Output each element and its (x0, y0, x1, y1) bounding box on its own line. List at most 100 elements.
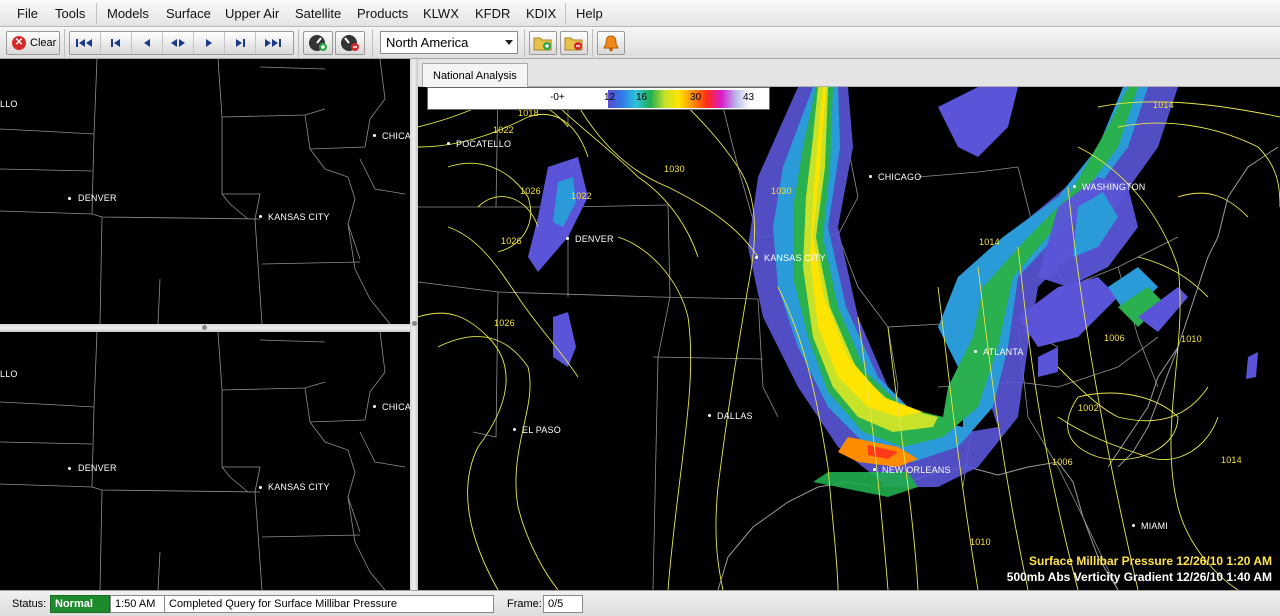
left-bottom-map-panel[interactable]: LLO DENVER KANSAS CITY CHICA (0, 332, 410, 590)
toolbar-separator (64, 29, 65, 57)
colorbar-label: 30 (690, 92, 702, 103)
colorbar-label: 43 (743, 92, 755, 103)
toolbar-separator (524, 29, 525, 57)
region-select-value: North America (386, 35, 469, 50)
menu-kdix[interactable]: KDIX (526, 6, 556, 21)
city-label: CHICA (382, 402, 410, 412)
city-marker (1132, 524, 1135, 527)
play-forward-icon (206, 39, 212, 47)
main-map-panel[interactable]: 1018 1022 1026 1022 1026 1030 1030 1026 … (418, 87, 1280, 590)
contour-label: 1006 (1052, 457, 1073, 467)
city-marker (373, 134, 376, 137)
main-tab-strip: National Analysis (418, 59, 1280, 87)
weather-map (418, 87, 1280, 590)
vorticity-field (528, 87, 1258, 497)
horizontal-splitter[interactable] (0, 324, 410, 332)
play-backward-button[interactable] (132, 32, 163, 54)
city-label: DENVER (78, 463, 117, 473)
legend-surface-pressure: Surface Millibar Pressure 12/26/10 1:20 … (1028, 554, 1272, 568)
menu-klwx[interactable]: KLWX (423, 6, 459, 21)
step-back-button[interactable] (101, 32, 132, 54)
city-label: CHICAGO (878, 172, 922, 182)
city-label: ATLANTA (983, 347, 1024, 357)
colorbar-label: 16 (636, 92, 648, 103)
city-marker (873, 468, 876, 471)
menu-satellite[interactable]: Satellite (295, 6, 341, 21)
tab-label: National Analysis (433, 70, 517, 82)
region-select[interactable]: North America (380, 31, 518, 54)
state-borders (0, 59, 406, 324)
play-backward-icon (144, 39, 150, 47)
step-forward-button[interactable] (225, 32, 256, 54)
first-frame-icon (76, 39, 92, 47)
city-marker (708, 414, 711, 417)
contour-label: 1026 (494, 318, 515, 328)
left-top-map-panel[interactable]: LLO DENVER KANSAS CITY CHICA (0, 59, 410, 324)
menu-models[interactable]: Models (107, 6, 149, 21)
toolbar: ✕ Clear (0, 27, 1280, 59)
first-frame-button[interactable] (70, 32, 101, 54)
contour-label: 1014 (1221, 455, 1242, 465)
colorbar-label: -0+ (550, 92, 565, 103)
contour-label: 1030 (771, 186, 792, 196)
menu-bar: File Tools Models Surface Upper Air Sate… (0, 0, 1280, 27)
last-frame-button[interactable] (256, 32, 287, 54)
contour-label: 1030 (664, 164, 685, 174)
menu-kfdr[interactable]: KFDR (475, 6, 510, 21)
menu-tools[interactable]: Tools (55, 6, 85, 21)
tab-national-analysis[interactable]: National Analysis (422, 63, 528, 87)
speed-up-button[interactable] (303, 31, 333, 55)
city-label: DENVER (575, 234, 614, 244)
menu-surface[interactable]: Surface (166, 6, 211, 21)
city-marker (447, 142, 450, 145)
colorbar-label: 12 (604, 92, 616, 103)
state-borders (0, 332, 406, 590)
contour-label: 1026 (520, 186, 541, 196)
clear-button[interactable]: ✕ Clear (6, 31, 60, 55)
clear-button-label: Clear (30, 37, 57, 49)
city-marker (373, 405, 376, 408)
frame-label: Frame: (507, 598, 542, 610)
menu-upper-air[interactable]: Upper Air (225, 6, 279, 21)
chevron-down-icon (505, 40, 513, 45)
speed-down-button[interactable] (335, 31, 365, 55)
step-forward-icon (236, 39, 245, 47)
city-marker (974, 350, 977, 353)
alert-bell-icon (603, 35, 619, 52)
city-label: CHICA (382, 131, 410, 141)
status-label: Status: (12, 598, 47, 610)
speed-up-icon (309, 35, 327, 51)
contour-label: 1014 (1153, 100, 1174, 110)
status-time: 1:50 AM (110, 595, 165, 613)
status-message: Completed Query for Surface Millibar Pre… (164, 595, 494, 613)
contour-label: 1022 (493, 125, 514, 135)
rock-icon (171, 39, 185, 47)
menu-file[interactable]: File (17, 6, 38, 21)
toolbar-separator (592, 29, 593, 57)
city-label: EL PASO (522, 425, 561, 435)
menu-help[interactable]: Help (576, 6, 603, 21)
contour-label: 1014 (979, 237, 1000, 247)
city-marker (259, 486, 262, 489)
city-marker (513, 428, 516, 431)
rock-button[interactable] (163, 32, 194, 54)
remove-panel-button[interactable] (560, 31, 588, 55)
city-marker (755, 256, 758, 259)
animation-controls (69, 31, 294, 55)
contour-label: 1022 (571, 191, 592, 201)
contour-label: 1010 (970, 537, 991, 547)
alert-button[interactable] (597, 31, 625, 55)
status-bar: Status: Normal 1:50 AM Completed Query f… (0, 590, 1280, 616)
city-marker (869, 175, 872, 178)
city-label: POCATELLO (456, 139, 512, 149)
city-label: LLO (0, 369, 18, 379)
city-marker (566, 237, 569, 240)
play-forward-button[interactable] (194, 32, 225, 54)
menu-products[interactable]: Products (357, 6, 408, 21)
splitter-grip-icon (202, 325, 207, 330)
vertical-splitter[interactable] (410, 59, 418, 590)
add-panel-button[interactable] (529, 31, 557, 55)
city-label: KANSAS CITY (268, 482, 330, 492)
city-label: LLO (0, 99, 18, 109)
city-label: KANSAS CITY (268, 212, 330, 222)
